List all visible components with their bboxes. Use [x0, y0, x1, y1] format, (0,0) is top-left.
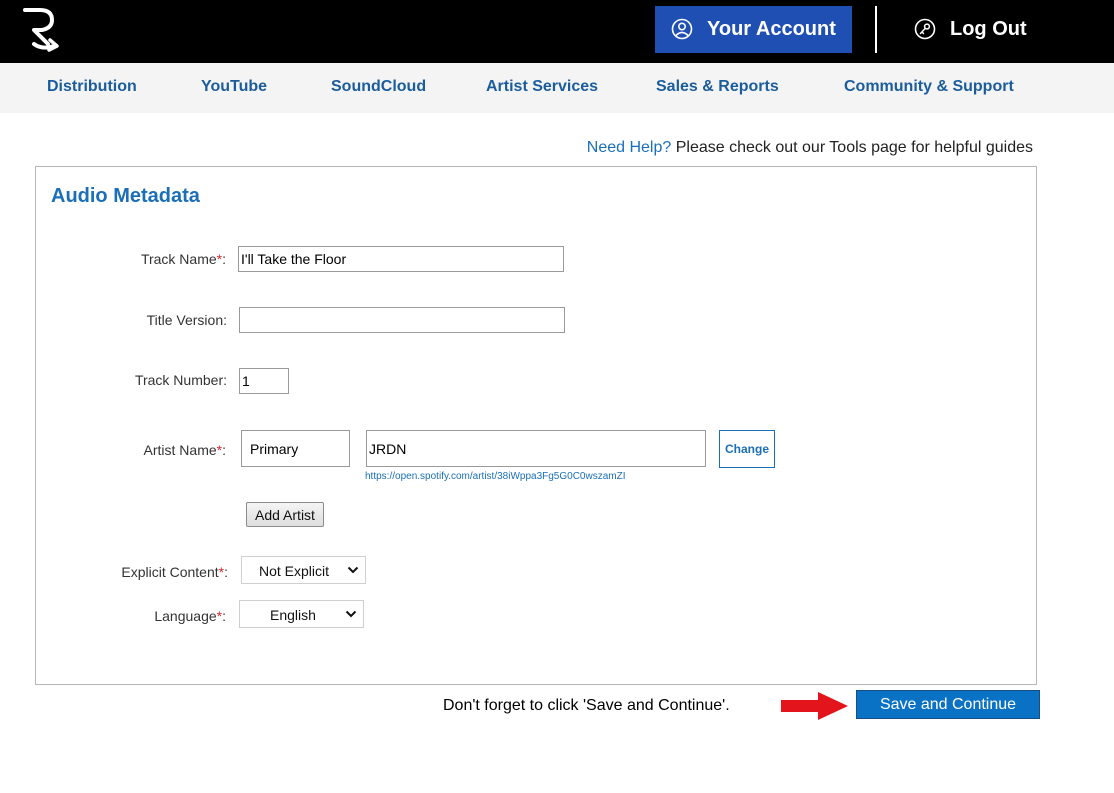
panel-title: Audio Metadata [51, 185, 200, 207]
nav-item-sales-reports[interactable]: Sales & Reports [656, 78, 779, 96]
help-line: Need Help? Please check out our Tools pa… [587, 139, 1033, 157]
chevron-down-icon [345, 610, 357, 618]
track-name-input[interactable] [238, 246, 564, 272]
save-reminder-text: Don't forget to click 'Save and Continue… [443, 697, 730, 714]
track-name-label: Track Name*: [140, 251, 226, 267]
your-account-label: Your Account [707, 18, 836, 40]
need-help-link[interactable]: Need Help? [587, 139, 672, 156]
top-bar: Your Account Log Out [0, 0, 1114, 63]
title-version-input[interactable] [239, 307, 565, 333]
log-out-label: Log Out [950, 18, 1027, 40]
audio-metadata-panel: Audio Metadata Track Name*: Title Versio… [35, 166, 1037, 685]
red-arrow-right-icon [781, 692, 848, 720]
spotify-artist-link[interactable]: https://open.spotify.com/artist/38iWppa3… [365, 471, 625, 482]
nav-item-youtube[interactable]: YouTube [201, 78, 267, 96]
explicit-selected-value: Not Explicit [259, 563, 330, 579]
explicit-content-label: Explicit Content*: [121, 564, 228, 580]
nav-item-soundcloud[interactable]: SoundCloud [331, 78, 426, 96]
main-nav: Distribution YouTube SoundCloud Artist S… [0, 63, 1114, 113]
track-number-label: Track Number: [134, 372, 227, 388]
help-message: Please check out our Tools page for help… [671, 139, 1033, 156]
add-artist-button[interactable]: Add Artist [246, 502, 324, 527]
change-artist-button[interactable]: Change [719, 430, 775, 468]
nav-item-artist-services[interactable]: Artist Services [486, 78, 598, 96]
title-version-label: Title Version: [146, 312, 227, 328]
language-select[interactable]: English [239, 600, 364, 628]
language-selected-value: English [270, 607, 316, 623]
artist-name-input[interactable] [366, 430, 706, 467]
your-account-button[interactable]: Your Account [655, 6, 852, 53]
header-divider [875, 6, 877, 53]
r-arrow-logo-icon[interactable] [20, 6, 62, 52]
explicit-content-select[interactable]: Not Explicit [241, 556, 366, 584]
artist-name-label: Artist Name*: [143, 442, 226, 458]
log-out-button[interactable]: Log Out [900, 6, 1050, 53]
language-label: Language*: [154, 608, 226, 624]
save-and-continue-button[interactable]: Save and Continue [856, 690, 1040, 719]
chevron-down-icon [347, 566, 359, 574]
nav-item-distribution[interactable]: Distribution [47, 78, 137, 96]
key-circle-icon [914, 18, 936, 40]
user-circle-icon [671, 18, 693, 40]
artist-role-field[interactable] [241, 430, 350, 467]
track-number-input[interactable] [239, 368, 289, 394]
nav-item-community-support[interactable]: Community & Support [844, 78, 1014, 96]
